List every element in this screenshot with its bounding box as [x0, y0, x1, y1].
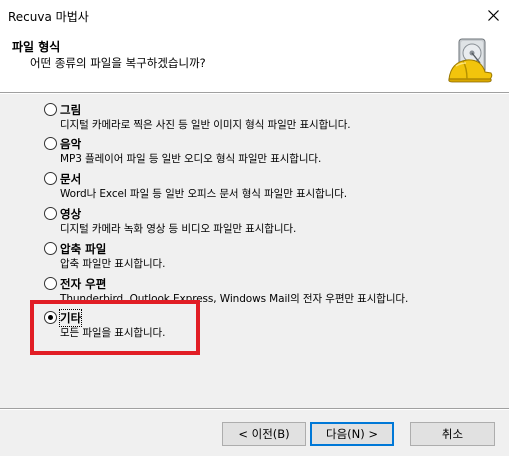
wizard-header: 파일 형식 어떤 종류의 파일을 복구하겠습니까? [0, 30, 509, 92]
option-description: 디지털 카메라로 찍은 사진 등 일반 이미지 형식 파일만 표시합니다. [60, 119, 351, 131]
option-label: 영상 [60, 207, 82, 221]
option-description: Word나 Excel 파일 등 일반 오피스 문서 형식 파일만 표시합니다. [60, 188, 348, 200]
recuva-hardhat-drive-icon [448, 38, 493, 83]
radio-button[interactable] [44, 172, 57, 185]
red-highlight-box [30, 300, 200, 355]
window-title: Recuva 마법사 [8, 10, 89, 24]
close-button[interactable] [477, 0, 509, 30]
option-label: 그림 [60, 103, 82, 117]
option-picture[interactable]: 그림 디지털 카메라로 찍은 사진 등 일반 이미지 형식 파일만 표시합니다. [44, 102, 484, 134]
cancel-button[interactable]: 취소 [410, 422, 495, 446]
page-title: 파일 형식 [12, 40, 61, 54]
close-icon [487, 9, 499, 21]
option-music[interactable]: 음악 MP3 플레이어 파일 등 일반 오디오 형식 파일만 표시합니다. [44, 136, 484, 168]
radio-button[interactable] [44, 207, 57, 220]
option-label: 음악 [60, 137, 82, 151]
radio-button[interactable] [44, 277, 57, 290]
radio-button[interactable] [44, 137, 57, 150]
option-label: 전자 우편 [60, 277, 107, 291]
recuva-wizard-window: Recuva 마법사 파일 형식 어떤 종류의 파일을 복구하겠습니까? 그림 … [0, 0, 509, 456]
option-description: 압축 파일만 표시합니다. [60, 258, 166, 270]
option-compressed[interactable]: 압축 파일 압축 파일만 표시합니다. [44, 241, 484, 273]
radio-button[interactable] [44, 103, 57, 116]
option-description: 디지털 카메라 녹화 영상 등 비디오 파일만 표시합니다. [60, 223, 297, 235]
option-documents[interactable]: 문서 Word나 Excel 파일 등 일반 오피스 문서 형식 파일만 표시합… [44, 171, 484, 203]
option-label: 문서 [60, 172, 82, 186]
back-button[interactable]: < 이전(B) [222, 422, 306, 446]
option-label: 압축 파일 [60, 242, 107, 256]
title-bar: Recuva 마법사 [0, 0, 509, 30]
option-description: MP3 플레이어 파일 등 일반 오디오 형식 파일만 표시합니다. [60, 153, 322, 165]
page-subtitle: 어떤 종류의 파일을 복구하겠습니까? [30, 56, 206, 70]
option-video[interactable]: 영상 디지털 카메라 녹화 영상 등 비디오 파일만 표시합니다. [44, 206, 484, 238]
radio-button[interactable] [44, 242, 57, 255]
next-button[interactable]: 다음(N) > [310, 422, 394, 446]
